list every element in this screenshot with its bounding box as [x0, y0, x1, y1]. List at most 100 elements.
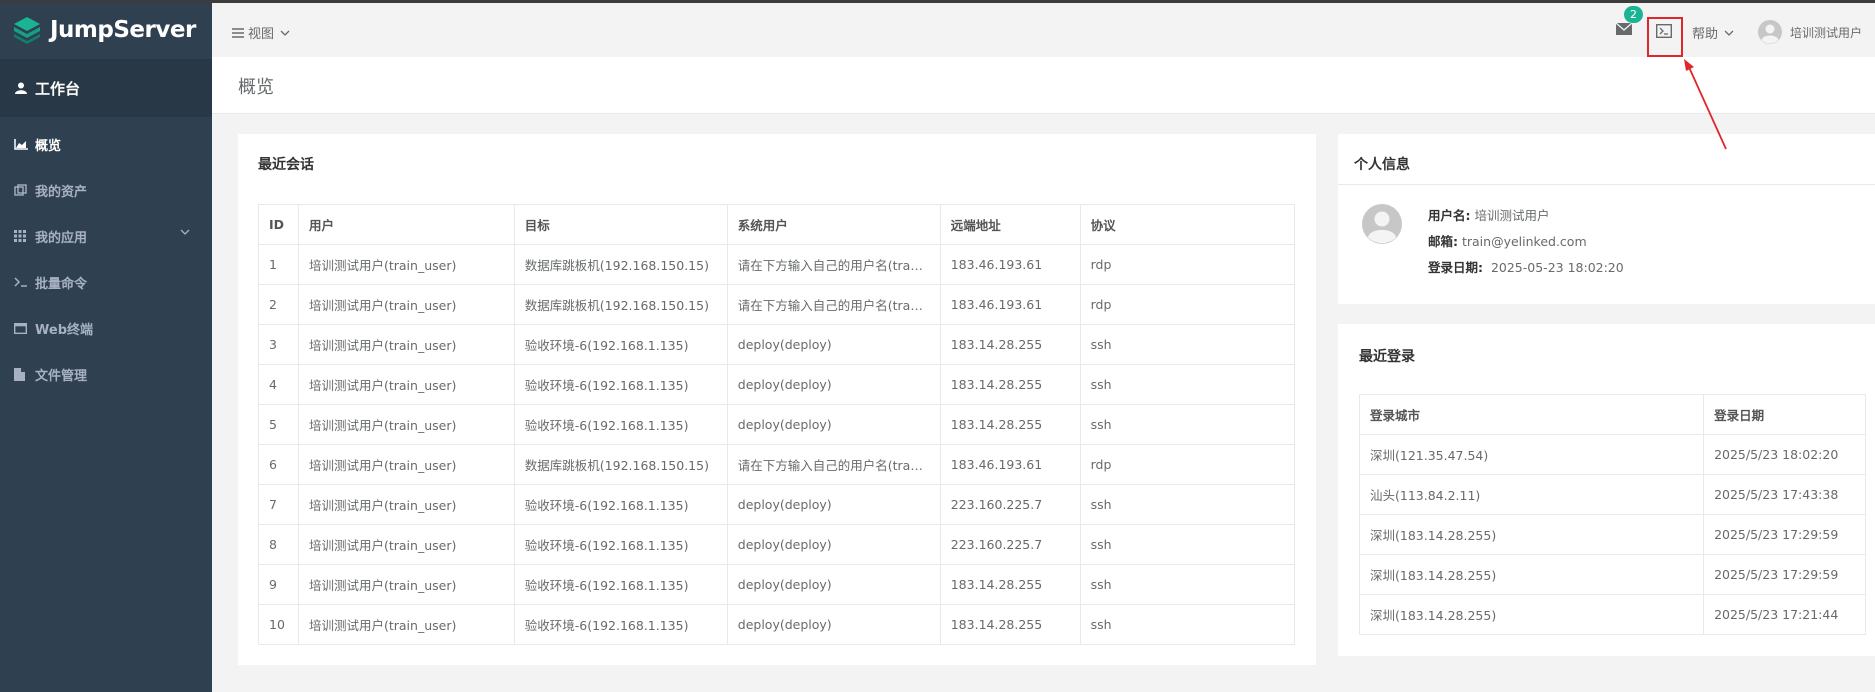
table-cell: 深圳(183.14.28.255) [1358, 554, 1705, 595]
view-label: 视图 [248, 27, 275, 42]
sidebar-item-overview[interactable]: 概览 [0, 121, 212, 167]
sidebar-item-web-terminal[interactable]: Web终端 [0, 305, 212, 351]
annotation-arrow-icon [1684, 59, 1727, 150]
table-cell: 2 [258, 284, 299, 325]
table-cell: 验收环境-6(192.168.1.135) [513, 364, 728, 405]
recent-sessions-table: ID 用户 目标 系统用户 远端地址 协议 1 培训测试用户(train_user… [258, 204, 1296, 645]
sidebar-item-label: 批量命令 [35, 276, 88, 292]
table-cell: 培训测试用户(train_user) [297, 484, 515, 525]
table-cell: rdp [1079, 444, 1296, 485]
sidebar-item-batch-command[interactable]: 批量命令 [0, 259, 212, 305]
chevron-down-icon [280, 30, 290, 36]
table-cell: 2025/5/23 17:29:59 [1703, 554, 1866, 595]
table-cell: ssh [1079, 484, 1296, 525]
table-cell: 验收环境-6(192.168.1.135) [513, 524, 728, 565]
table-cell: 验收环境-6(192.168.1.135) [513, 404, 728, 445]
column-header: 系统用户 [726, 204, 941, 245]
page-heading: 概览 [212, 57, 1875, 114]
sidebar-item-my-apps[interactable]: 我的应用 [0, 213, 212, 259]
table-row[interactable]: 8 培训测试用户(train_user) 验收环境-6(192.168.1.135)… [258, 524, 1296, 565]
column-header: 登录日期 [1703, 394, 1866, 435]
workbench-label: 工作台 [35, 79, 81, 98]
table-row[interactable]: 9 培训测试用户(train_user) 验收环境-6(192.168.1.135)… [258, 564, 1296, 605]
table-cell: 10 [258, 604, 299, 645]
sidebar-item-label: 概览 [35, 138, 62, 154]
help-menu-button[interactable]: 帮助 [1692, 23, 1734, 42]
workbench-header[interactable]: 工作台 [0, 59, 212, 117]
column-header: 登录城市 [1358, 394, 1705, 435]
table-cell: 223.160.225.7 [939, 484, 1081, 525]
table-cell: deploy(deploy) [726, 564, 941, 605]
table-cell: 8 [258, 524, 299, 565]
table-cell: 5 [258, 404, 299, 445]
table-row[interactable]: 3 培训测试用户(train_user) 验收环境-6(192.168.1.135)… [258, 324, 1296, 365]
chevron-down-icon [180, 229, 190, 235]
table-cell: rdp [1079, 284, 1296, 325]
table-cell: 培训测试用户(train_user) [297, 404, 515, 445]
recent-sessions-panel: 最近会话 ID 用户 目标 系统用户 远端地址 协议 1 培训测试用户(train… [238, 134, 1316, 665]
table-cell: ssh [1079, 404, 1296, 445]
table-row[interactable]: 1 培训测试用户(train_user) 数据库跳板机(192.168.150.15… [258, 244, 1296, 285]
table-cell: 183.14.28.255 [939, 324, 1081, 365]
area-chart-icon [14, 138, 34, 150]
table-cell: 验收环境-6(192.168.1.135) [513, 604, 728, 645]
table-row[interactable]: 深圳(183.14.28.255) 2025/5/23 17:29:59 [1358, 514, 1866, 555]
table-cell: 2025/5/23 17:29:59 [1703, 514, 1866, 555]
personal-info-details: 用户名: 培训测试用户 邮箱: train@yelinked.com 登录日期:… [1428, 203, 1624, 281]
user-menu[interactable]: 培训测试用户 [1758, 20, 1862, 44]
view-menu-button[interactable]: 视图 [232, 23, 290, 42]
mail-icon[interactable] [1616, 23, 1632, 35]
sidebar-item-file-manager[interactable]: 文件管理 [0, 351, 212, 397]
table-row[interactable]: 5 培训测试用户(train_user) 验收环境-6(192.168.1.135)… [258, 404, 1296, 445]
table-cell: 请在下方输入自己的用户名(tra… [726, 244, 941, 285]
table-cell: 数据库跳板机(192.168.150.15) [513, 444, 728, 485]
sidebar-item-my-assets[interactable]: 我的资产 [0, 167, 212, 213]
email-row: 邮箱: train@yelinked.com [1428, 229, 1624, 255]
divider [1338, 184, 1875, 185]
table-row[interactable]: 4 培训测试用户(train_user) 验收环境-6(192.168.1.135)… [258, 364, 1296, 405]
table-row[interactable]: 汕头(113.84.2.11) 2025/5/23 17:43:38 [1358, 474, 1866, 515]
table-cell: 183.46.193.61 [939, 244, 1081, 285]
table-row[interactable]: 深圳(183.14.28.255) 2025/5/23 17:21:44 [1358, 594, 1866, 635]
terminal-icon[interactable] [1656, 24, 1672, 38]
table-cell: 2025/5/23 17:43:38 [1703, 474, 1866, 515]
recent-sessions-title: 最近会话 [258, 157, 314, 173]
recent-logins-title: 最近登录 [1359, 349, 1415, 365]
table-cell: 深圳(183.14.28.255) [1358, 594, 1705, 635]
table-cell: 培训测试用户(train_user) [297, 444, 515, 485]
table-cell: 183.14.28.255 [939, 404, 1081, 445]
table-cell: deploy(deploy) [726, 484, 941, 525]
username-value: 培训测试用户 [1474, 208, 1550, 223]
help-label: 帮助 [1692, 27, 1719, 42]
table-cell: 数据库跳板机(192.168.150.15) [513, 244, 728, 285]
column-header: 协议 [1079, 204, 1296, 245]
table-cell: 培训测试用户(train_user) [297, 244, 515, 285]
chevron-down-icon [1724, 30, 1734, 36]
table-cell: 183.14.28.255 [939, 364, 1081, 405]
email-label: 邮箱: [1428, 234, 1458, 249]
terminal-prompt-icon [14, 277, 34, 287]
assets-icon [14, 183, 34, 197]
hamburger-icon [232, 27, 244, 38]
table-row[interactable]: 7 培训测试用户(train_user) 验收环境-6(192.168.1.135)… [258, 484, 1296, 525]
logo[interactable]: JumpServer [0, 3, 212, 57]
avatar-icon [1362, 204, 1402, 244]
table-row[interactable]: 2 培训测试用户(train_user) 数据库跳板机(192.168.150.15… [258, 284, 1296, 325]
table-cell: 223.160.225.7 [939, 524, 1081, 565]
table-cell: 深圳(183.14.28.255) [1358, 514, 1705, 555]
table-row[interactable]: 深圳(183.14.28.255) 2025/5/23 17:29:59 [1358, 554, 1866, 595]
sidebar-item-label: 文件管理 [35, 368, 88, 384]
table-cell: 6 [258, 444, 299, 485]
table-row[interactable]: 10 培训测试用户(train_user) 验收环境-6(192.168.1.135… [258, 604, 1296, 645]
column-header: 目标 [513, 204, 728, 245]
table-row[interactable]: 深圳(121.35.47.54) 2025/5/23 18:02:20 [1358, 434, 1866, 475]
file-icon [14, 367, 34, 381]
login-date-value: 2025-05-23 18:02:20 [1490, 260, 1624, 275]
table-cell: 2025/5/23 18:02:20 [1703, 434, 1866, 475]
table-cell: 183.14.28.255 [939, 604, 1081, 645]
table-row[interactable]: 6 培训测试用户(train_user) 数据库跳板机(192.168.150.15… [258, 444, 1296, 485]
table-cell: 数据库跳板机(192.168.150.15) [513, 284, 728, 325]
recent-logins-table: 登录城市 登录日期 深圳(121.35.47.54) 2025/5/23 18:0… [1358, 394, 1866, 635]
sidebar-item-label: 我的应用 [35, 230, 88, 246]
table-header-row: ID 用户 目标 系统用户 远端地址 协议 [258, 204, 1296, 245]
